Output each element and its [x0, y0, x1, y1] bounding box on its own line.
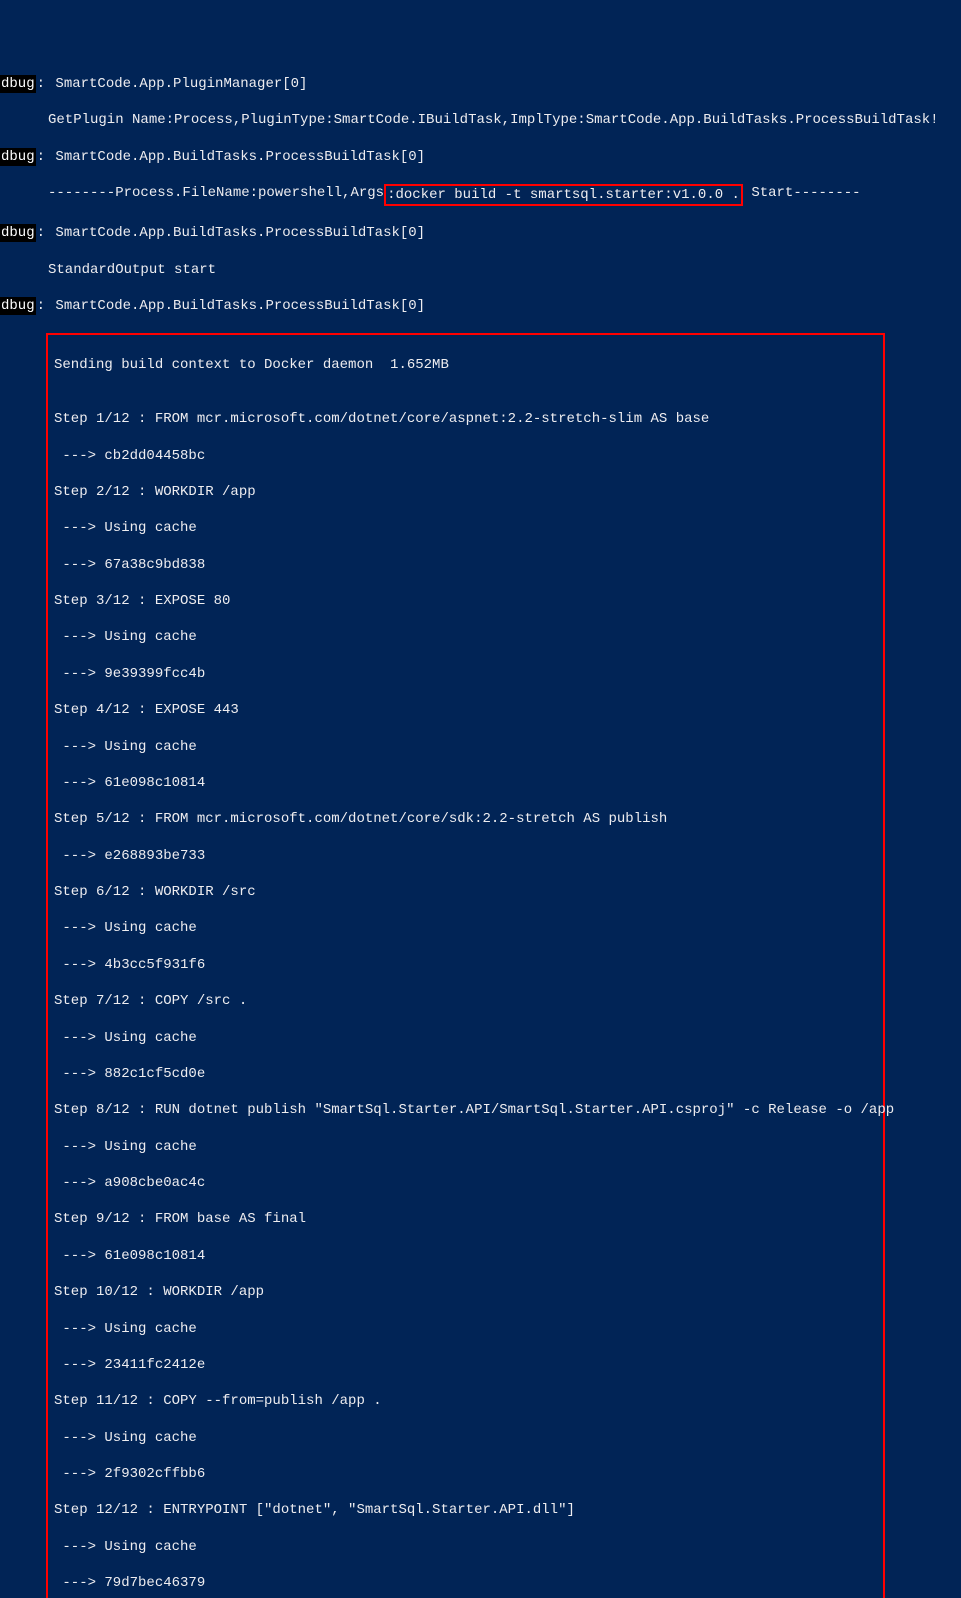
docker-line: Step 3/12 : EXPOSE 80 — [54, 592, 877, 610]
docker-line: ---> Using cache — [54, 1538, 877, 1556]
dbug-tag: dbug — [0, 224, 36, 242]
docker-line: ---> 882c1cf5cd0e — [54, 1065, 877, 1083]
docker-line: Step 5/12 : FROM mcr.microsoft.com/dotne… — [54, 810, 877, 828]
docker-line: Step 1/12 : FROM mcr.microsoft.com/dotne… — [54, 410, 877, 428]
docker-line: ---> Using cache — [54, 628, 877, 646]
docker-line: Step 11/12 : COPY --from=publish /app . — [54, 1392, 877, 1410]
log-line: GetPlugin Name:Process,PluginType:SmartC… — [0, 111, 961, 129]
docker-line: ---> cb2dd04458bc — [54, 447, 877, 465]
colon: : — [37, 75, 45, 93]
dbug-tag: dbug — [0, 75, 36, 93]
dbug-tag: dbug — [0, 148, 36, 166]
log-line: dbug: SmartCode.App.PluginManager[0] — [0, 75, 961, 93]
docker-line: ---> Using cache — [54, 1429, 877, 1447]
docker-line: Step 4/12 : EXPOSE 443 — [54, 701, 877, 719]
docker-line: ---> Using cache — [54, 519, 877, 537]
docker-line: ---> 67a38c9bd838 — [54, 556, 877, 574]
docker-line: Sending build context to Docker daemon 1… — [54, 356, 877, 374]
docker-line: Step 7/12 : COPY /src . — [54, 992, 877, 1010]
log-line: dbug: SmartCode.App.BuildTasks.ProcessBu… — [0, 148, 961, 166]
highlighted-command: :docker build -t smartsql.starter:v1.0.0… — [384, 184, 743, 206]
colon: : — [37, 224, 45, 242]
colon: : — [37, 297, 45, 315]
docker-line: ---> 23411fc2412e — [54, 1356, 877, 1374]
docker-line: ---> e268893be733 — [54, 847, 877, 865]
docker-line: ---> 4b3cc5f931f6 — [54, 956, 877, 974]
docker-line: ---> a908cbe0ac4c — [54, 1174, 877, 1192]
docker-line: ---> 2f9302cffbb6 — [54, 1465, 877, 1483]
docker-line: Step 6/12 : WORKDIR /src — [54, 883, 877, 901]
log-content-prefix: --------Process.FileName:powershell,Args — [48, 184, 384, 202]
docker-line: ---> 9e39399fcc4b — [54, 665, 877, 683]
log-content: SmartCode.App.BuildTasks.ProcessBuildTas… — [47, 224, 425, 242]
docker-line: ---> 79d7bec46379 — [54, 1574, 877, 1592]
docker-line: Step 9/12 : FROM base AS final — [54, 1210, 877, 1228]
log-content: SmartCode.App.BuildTasks.ProcessBuildTas… — [47, 148, 425, 166]
docker-line: Step 10/12 : WORKDIR /app — [54, 1283, 877, 1301]
docker-line: ---> Using cache — [54, 1138, 877, 1156]
log-line: dbug: SmartCode.App.BuildTasks.ProcessBu… — [0, 224, 961, 242]
dbug-tag: dbug — [0, 297, 36, 315]
log-content: StandardOutput start — [48, 261, 216, 279]
colon: : — [37, 148, 45, 166]
log-content: SmartCode.App.PluginManager[0] — [47, 75, 307, 93]
docker-line: ---> 61e098c10814 — [54, 1247, 877, 1265]
docker-line: ---> Using cache — [54, 919, 877, 937]
docker-line: Step 12/12 : ENTRYPOINT ["dotnet", "Smar… — [54, 1501, 877, 1519]
docker-line: ---> Using cache — [54, 738, 877, 756]
log-content: GetPlugin Name:Process,PluginType:SmartC… — [48, 111, 939, 129]
log-line: --------Process.FileName:powershell,Args… — [0, 184, 961, 206]
docker-output-box: Sending build context to Docker daemon 1… — [46, 333, 885, 1598]
docker-line: ---> 61e098c10814 — [54, 774, 877, 792]
log-content: SmartCode.App.BuildTasks.ProcessBuildTas… — [47, 297, 425, 315]
log-line: dbug: SmartCode.App.BuildTasks.ProcessBu… — [0, 297, 961, 315]
docker-line: Step 2/12 : WORKDIR /app — [54, 483, 877, 501]
docker-line: ---> Using cache — [54, 1320, 877, 1338]
docker-line: ---> Using cache — [54, 1029, 877, 1047]
docker-line: Step 8/12 : RUN dotnet publish "SmartSql… — [54, 1101, 877, 1119]
log-content-suffix: Start-------- — [743, 184, 861, 202]
log-line: StandardOutput start — [0, 261, 961, 279]
